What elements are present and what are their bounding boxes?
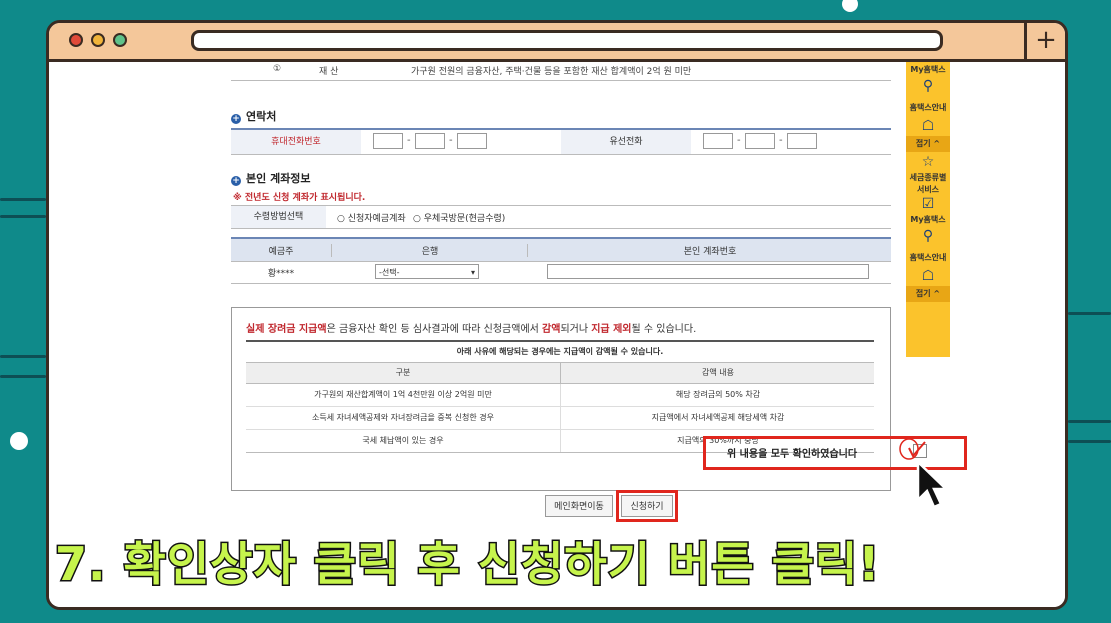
bank-select-value: -선택-	[379, 268, 400, 277]
decor-line	[0, 215, 46, 218]
header-bank: 은행	[331, 244, 528, 257]
notice-emph: 실제 장려금 지급액	[246, 324, 327, 335]
row-number: ①	[273, 64, 282, 74]
notice-emph: 지급 제외	[591, 324, 632, 335]
contact-section-title: + 연락처	[231, 108, 276, 124]
bullet-icon: +	[231, 176, 241, 186]
decor-line	[0, 198, 46, 201]
cut-cell: 해당 장려금의 50% 차감	[560, 384, 875, 406]
decor-dot	[10, 432, 28, 450]
account-number-input[interactable]	[547, 264, 869, 279]
dash: -	[737, 135, 741, 146]
mobile-label: 휴대전화번호	[231, 130, 361, 154]
header-holder: 예금주	[268, 247, 294, 257]
close-window-icon[interactable]	[69, 33, 83, 47]
contact-title-text: 연락처	[246, 110, 277, 123]
sidebar-item-guide[interactable]: 홈택스안내	[906, 246, 950, 266]
account-table: 예금주 은행 본인 계좌번호 황**** -선택- ▾	[231, 237, 891, 284]
holder-name: 황****	[267, 269, 295, 279]
mouse-cursor-icon	[916, 460, 950, 509]
account-title-text: 본인 계좌정보	[246, 172, 311, 185]
web-content: ① 재 산 가구원 전원의 금융자산, 주택·건물 등을 포함한 재산 합계액이…	[49, 62, 1065, 607]
table-row: 소득세 자녀세액공제와 자녀장려금을 중복 신청한 경우 지급액에서 자녀세액공…	[246, 407, 874, 430]
instruction-caption: 7. 확인상자 클릭 후 신청하기 버튼 클릭!	[53, 536, 881, 593]
bank-select[interactable]: -선택- ▾	[375, 264, 479, 279]
decor-line	[1068, 440, 1111, 443]
browser-titlebar: +	[49, 23, 1065, 62]
decor-line	[1068, 420, 1111, 423]
asset-criteria-row: ① 재 산 가구원 전원의 금융자산, 주택·건물 등을 포함한 재산 합계액이…	[231, 62, 891, 81]
receive-method-row: 수령방법선택 ○ 신청자예금계좌 ○ 우체국방문(현금수령)	[231, 205, 891, 229]
header-account-number: 본인 계좌번호	[527, 244, 892, 257]
decor-dot	[842, 0, 858, 12]
main-screen-button[interactable]: 메인화면이동	[545, 495, 613, 517]
row-name: 재 산	[319, 67, 339, 77]
sidebar-item-guide[interactable]: 홈택스안내	[906, 96, 950, 116]
info-icon: ☖	[921, 268, 935, 284]
reason-cell: 국세 체납액이 있는 경우	[362, 436, 444, 445]
mobile-part1-input[interactable]	[373, 133, 403, 149]
confirm-text: 위 내용을 모두 확인하였습니다	[727, 449, 858, 460]
option-post-radio[interactable]: ○ 우체국방문(현금수령)	[413, 211, 505, 224]
mobile-part3-input[interactable]	[457, 133, 487, 149]
info-icon: ☖	[921, 118, 935, 134]
sidebar-fold-button[interactable]: 접기 ^	[906, 286, 950, 302]
dash: -	[449, 135, 453, 146]
landline-part2-input[interactable]	[745, 133, 775, 149]
account-table-header: 예금주 은행 본인 계좌번호	[231, 237, 891, 262]
header-category: 구분	[395, 368, 411, 377]
user-icon: ⚲	[922, 78, 934, 94]
notice-emph: 감액	[542, 324, 561, 335]
mobile-part2-input[interactable]	[415, 133, 445, 149]
notice-line: 실제 장려금 지급액은 금융자산 확인 등 심사결과에 따라 신청금액에서 감액…	[246, 320, 696, 335]
application-form: ① 재 산 가구원 전원의 금융자산, 주택·건물 등을 포함한 재산 합계액이…	[231, 62, 967, 532]
row-description: 가구원 전원의 금융자산, 주택·건물 등을 포함한 재산 합계액이 2억 원 …	[411, 67, 692, 77]
option-account-label: 신청자예금계좌	[347, 214, 406, 224]
landline-label: 유선전화	[561, 130, 691, 154]
account-section-title: + 본인 계좌정보	[231, 170, 311, 186]
landline-part1-input[interactable]	[703, 133, 733, 149]
notice-text: 될 수 있습니다.	[631, 324, 697, 335]
quick-sidebar: My홈택스 ⚲ 홈택스안내 ☖ 접기 ^ ☆ 세금종류별 서비스 ☑ My홈택스…	[906, 62, 950, 357]
header-deduction: 감액 내용	[560, 363, 875, 383]
minimize-window-icon[interactable]	[91, 33, 105, 47]
notice-text: 되거나	[560, 324, 592, 335]
landline-part3-input[interactable]	[787, 133, 817, 149]
sidebar-fold-button[interactable]: 접기 ^	[906, 136, 950, 152]
chevron-down-icon: ▾	[470, 268, 475, 277]
dash: -	[407, 135, 411, 146]
account-note: ※ 전년도 신청 계좌가 표시됩니다.	[233, 193, 366, 203]
decor-line	[0, 355, 46, 358]
sidebar-item-tax-service[interactable]: 세금종류별 서비스	[906, 172, 950, 194]
account-table-row: 황**** -선택- ▾	[231, 261, 891, 284]
option-account-radio[interactable]: ○ 신청자예금계좌	[337, 211, 406, 224]
reason-cell: 가구원의 재산합계액이 1억 4천만원 이상 2억원 미만	[314, 390, 492, 399]
address-bar[interactable]	[191, 30, 943, 51]
decor-line	[0, 375, 46, 378]
apply-button[interactable]: 신청하기	[621, 495, 673, 517]
cut-cell: 지급액에서 자녀세액공제 해당세액 차감	[560, 407, 875, 429]
sidebar-item-my-hometax[interactable]: My홈택스	[906, 62, 950, 76]
decor-line	[1068, 312, 1111, 315]
table-row: 가구원의 재산합계액이 1억 4천만원 이상 2억원 미만 해당 장려금의 50…	[246, 384, 874, 407]
deduction-header-row: 구분 감액 내용	[246, 363, 874, 384]
sidebar-item-my-hometax[interactable]: My홈택스	[906, 214, 950, 226]
option-post-label: 우체국방문(현금수령)	[423, 214, 506, 224]
notice-text: 은 금융자산 확인 등 심사결과에 따라 신청금액에서	[326, 324, 543, 335]
checkbox-icon: ☑	[921, 196, 935, 212]
new-tab-button[interactable]: +	[1024, 23, 1065, 59]
check-mark-icon	[899, 438, 926, 460]
receive-method-label: 수령방법선택	[231, 206, 326, 228]
dash: -	[779, 135, 783, 146]
contact-row: 휴대전화번호 - - 유선전화 - -	[231, 128, 891, 155]
user-icon: ⚲	[922, 228, 934, 244]
browser-window: + ① 재 산 가구원 전원의 금융자산, 주택·건물 등을 포함한 재산 합계…	[46, 20, 1068, 610]
maximize-window-icon[interactable]	[113, 33, 127, 47]
bullet-icon: +	[231, 114, 241, 124]
reason-cell: 소득세 자녀세액공제와 자녀장려금을 중복 신청한 경우	[312, 413, 494, 422]
star-icon: ☆	[921, 154, 935, 170]
deduction-table-caption: 아래 사유에 해당되는 경우에는 지급액이 감액될 수 있습니다.	[246, 340, 874, 363]
